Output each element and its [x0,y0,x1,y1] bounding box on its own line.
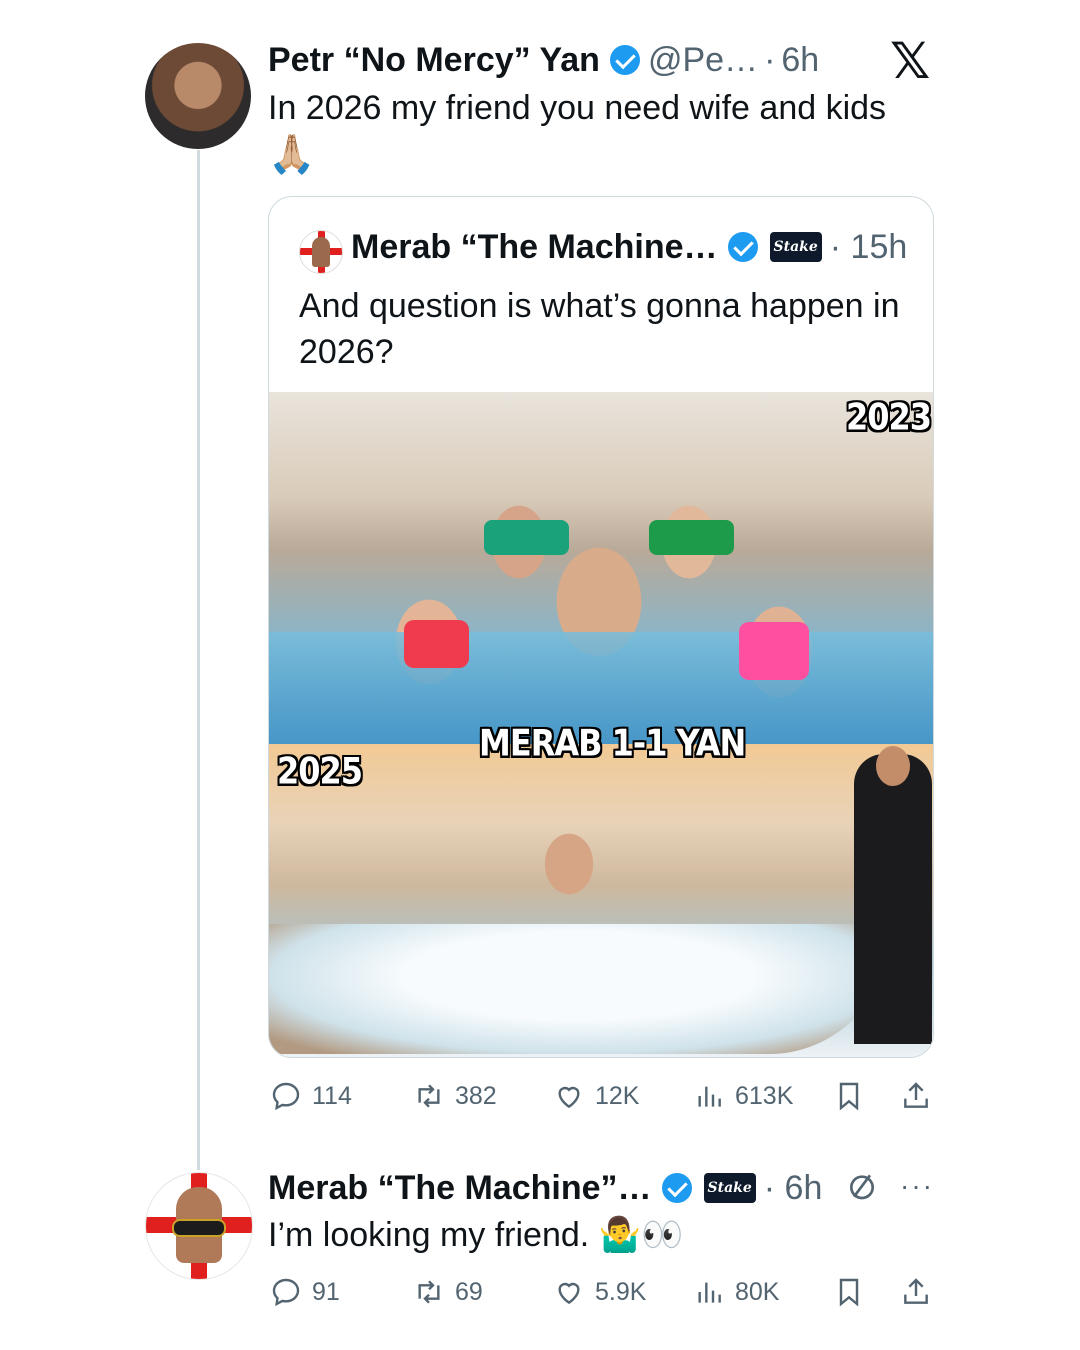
meme-label-bottom: 2025 [277,749,363,793]
like-button[interactable]: 12K [553,1080,639,1112]
share-button[interactable] [900,1080,932,1117]
thread-connector-line [197,150,200,1170]
verified-badge-icon [727,232,758,262]
x-logo-icon: 𝕏 [890,32,931,90]
tweet-emoji: 🙏🏼 [268,134,316,176]
reply-text: I’m looking my friend. 🤷‍♂️👀 [268,1216,684,1254]
meme-label-middle: MERAB 1-1 YAN [479,721,746,765]
repost-button[interactable]: 69 [413,1276,483,1308]
meme-photo-top [269,392,933,744]
quoted-author-name: Merab “The Machine… [351,228,718,266]
reply-icon [272,1278,300,1307]
reply-icon [272,1082,300,1111]
views-button[interactable]: 613K [693,1080,793,1112]
tweet-timestamp[interactable]: 6h [781,40,819,80]
affiliate-badge: Stake [703,1173,756,1203]
restricted-reply-icon [850,1174,874,1200]
repost-count: 69 [455,1277,483,1306]
verified-badge-icon [661,1173,692,1203]
reply-count: 91 [312,1277,340,1306]
reply-button[interactable]: 91 [270,1276,340,1308]
heart-icon [558,1086,580,1109]
bookmark-button[interactable] [833,1080,865,1117]
heart-icon [558,1282,580,1305]
reply-button[interactable]: 114 [270,1080,352,1112]
bookmark-button[interactable] [833,1276,865,1313]
author-name[interactable]: Petr “No Mercy” Yan [268,40,600,80]
tweet-text-line: In 2026 my friend you need wife and kids [268,89,887,127]
reply-count: 114 [312,1081,352,1110]
like-button[interactable]: 5.9K [553,1276,646,1308]
repost-count: 382 [455,1081,497,1110]
quoted-tweet-card[interactable]: Merab “The Machine… Stake · 15h And ques… [268,196,934,1058]
quoted-avatar [299,230,343,274]
repost-icon [418,1084,440,1108]
reply-avatar[interactable] [145,1172,253,1280]
quoted-tweet-header: Merab “The Machine… Stake · 15h [351,227,907,267]
meme-label-top: 2023 [846,395,932,439]
quoted-timestamp: · 15h [829,228,908,266]
bookmark-icon [839,1082,859,1111]
views-icon [698,1282,721,1303]
views-count: 80K [735,1277,780,1306]
tweet-header: Petr “No Mercy” Yan @Pe… · 6h [268,40,819,80]
repost-icon [418,1280,440,1304]
avatar[interactable] [145,43,251,149]
bookmark-icon [839,1278,859,1307]
quoted-tweet-text: And question is what’s gonna happen in 2… [299,287,900,371]
reply-action-bar: 91 69 5.9K 80K [268,1276,934,1316]
share-icon [904,1082,928,1108]
reply-author-name[interactable]: Merab “The Machine”… [268,1168,652,1208]
affiliate-badge: Stake [769,232,822,262]
views-count: 613K [735,1081,794,1110]
meme-photo-bottom [269,744,933,1057]
like-count: 5.9K [595,1277,647,1306]
like-count: 12K [595,1081,640,1110]
verified-badge-icon [609,45,640,75]
author-handle[interactable]: @Pe… [648,40,758,80]
share-icon [904,1278,928,1304]
reply-header: Merab “The Machine”… Stake · 6h [268,1168,822,1208]
meme-image[interactable]: 2023 MERAB 1-1 YAN 2025 [269,392,933,1057]
more-options-button[interactable]: ··· [900,1170,934,1202]
views-button[interactable]: 80K [693,1276,779,1308]
separator: · [764,41,776,79]
reply-timestamp[interactable]: · 6h [764,1168,823,1208]
views-icon [698,1086,721,1107]
share-button[interactable] [900,1276,932,1313]
tweet-action-bar: 114 382 12K 613K [268,1080,934,1120]
repost-button[interactable]: 382 [413,1080,497,1112]
